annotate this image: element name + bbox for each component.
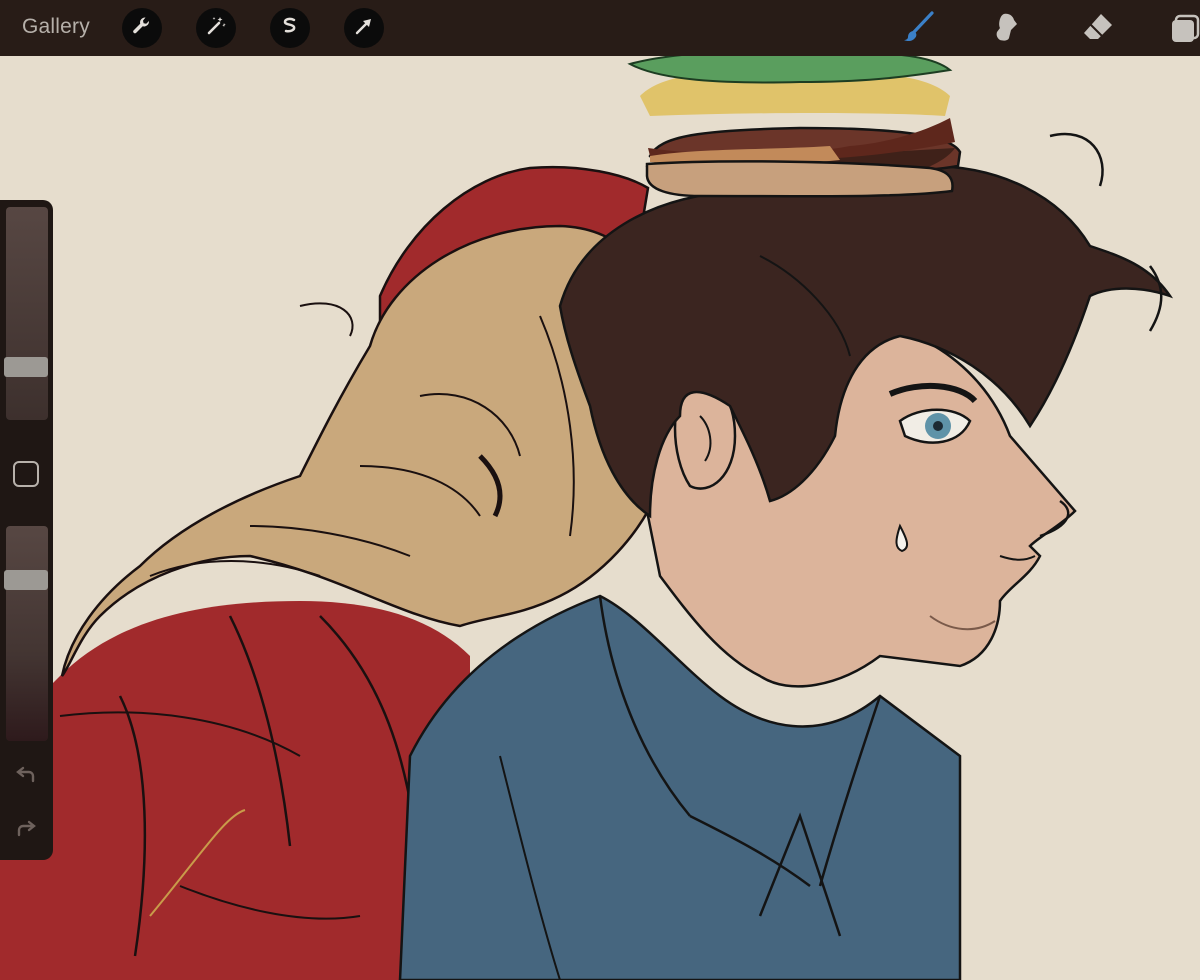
selection-icon (278, 14, 302, 43)
adjustments-button[interactable] (196, 8, 236, 48)
brush-size-thumb[interactable] (4, 357, 48, 377)
brush-opacity-thumb[interactable] (4, 570, 48, 590)
transform-arrow-icon (352, 14, 376, 43)
eraser-tool[interactable] (1078, 9, 1118, 49)
transform-button[interactable] (344, 8, 384, 48)
undo-icon (13, 766, 39, 793)
drawing-canvas[interactable] (0, 56, 1200, 980)
gallery-button[interactable]: Gallery (22, 15, 90, 39)
wrench-icon (130, 14, 154, 43)
smudge-icon (989, 10, 1023, 49)
brush-icon (901, 10, 935, 49)
procreate-app: Gallery (0, 0, 1200, 980)
brush-opacity-slider[interactable] (4, 526, 48, 741)
top-toolbar: Gallery (0, 0, 1200, 56)
brush-tool[interactable] (898, 9, 938, 49)
redo-button[interactable] (13, 817, 39, 843)
layers-tool[interactable] (1165, 9, 1200, 49)
redo-icon (13, 820, 39, 847)
eraser-icon (1081, 10, 1115, 49)
layers-icon (1168, 10, 1200, 49)
left-sidebar (0, 200, 53, 860)
selection-button[interactable] (270, 8, 310, 48)
magic-wand-icon (204, 14, 228, 43)
smudge-tool[interactable] (986, 9, 1026, 49)
undo-button[interactable] (13, 763, 39, 789)
brush-size-slider[interactable] (4, 207, 48, 420)
modify-square-icon[interactable] (13, 461, 39, 487)
artwork-illustration (0, 56, 1200, 980)
actions-button[interactable] (122, 8, 162, 48)
